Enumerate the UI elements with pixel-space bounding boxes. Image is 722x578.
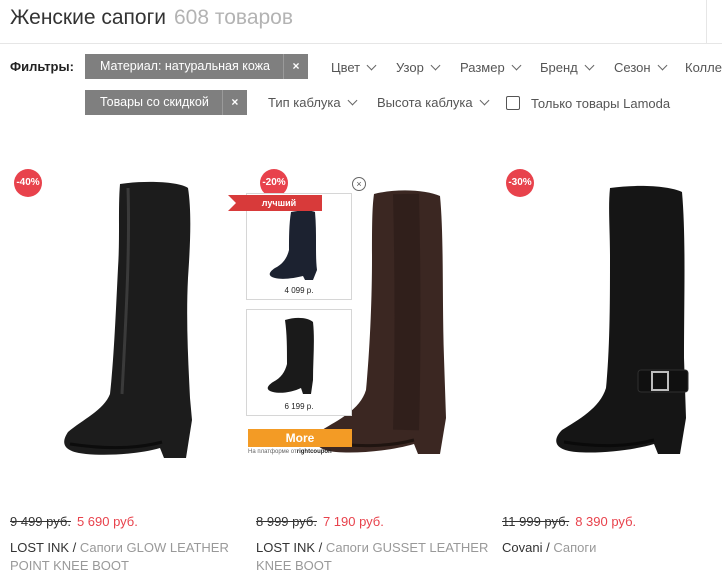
page-heading: Женские сапоги 608 товаров	[10, 6, 293, 30]
dropdown-label: Сезон	[614, 60, 651, 75]
popup-item-price: 4 099 р.	[284, 286, 314, 295]
product-price-1: 9 499 руб. 5 690 руб.	[10, 514, 138, 529]
filter-dropdown-color[interactable]: Цвет	[331, 60, 377, 75]
brand-name: LOST INK	[10, 540, 70, 555]
boot-image[interactable]	[502, 158, 722, 498]
dropdown-label: Узор	[396, 60, 424, 75]
filter-dropdown-size[interactable]: Размер	[460, 60, 522, 75]
product-price-3: 11 999 руб. 8 390 руб.	[502, 514, 636, 529]
product-price-2: 8 999 руб. 7 190 руб.	[256, 514, 384, 529]
product-name-1[interactable]: LOST INK / Сапоги GLOW LEATHER POINT KNE…	[10, 539, 246, 575]
platform-brand[interactable]: rightcoupon	[297, 449, 332, 455]
checkbox-label[interactable]: Только товары Lamoda	[531, 96, 670, 111]
chevron-down-icon	[430, 60, 441, 71]
dropdown-label: Тип каблука	[268, 95, 341, 110]
chevron-down-icon	[584, 60, 595, 71]
discount-badge: -30%	[506, 169, 534, 197]
filters-label: Фильтры:	[10, 59, 74, 74]
lamoda-only-checkbox[interactable]	[506, 96, 520, 110]
boot-thumbnail	[267, 317, 314, 394]
dropdown-label: Бренд	[540, 60, 578, 75]
chevron-down-icon	[366, 60, 377, 71]
filter-chip-material: Материал: натуральная кожа ×	[85, 54, 308, 79]
new-price: 8 390 руб.	[575, 514, 637, 529]
filter-dropdown-heel-height[interactable]: Высота каблука	[377, 95, 490, 110]
old-price: 11 999 руб.	[502, 514, 570, 529]
divider	[0, 43, 722, 44]
dropdown-label: Колле	[685, 60, 722, 75]
old-price: 9 499 руб.	[10, 514, 71, 529]
filter-dropdown-collection[interactable]: Колле	[685, 60, 722, 75]
remove-filter-button[interactable]: ×	[221, 90, 247, 115]
divider-vertical	[706, 0, 707, 43]
dropdown-label: Размер	[460, 60, 505, 75]
product-count: 608 товаров	[173, 6, 294, 29]
filter-dropdown-pattern[interactable]: Узор	[396, 60, 441, 75]
recommendation-popup: 4 099 р. 6 199 р.	[246, 193, 352, 428]
popup-item-2[interactable]: 6 199 р.	[246, 309, 352, 416]
chevron-down-icon	[479, 95, 490, 106]
chevron-down-icon	[511, 60, 522, 71]
remove-filter-button[interactable]: ×	[283, 54, 308, 79]
filter-dropdown-brand[interactable]: Бренд	[540, 60, 595, 75]
platform-text: На платформе от	[248, 449, 297, 455]
platform-credit: На платформе отrightcoupon	[248, 449, 332, 455]
chevron-down-icon	[347, 95, 358, 106]
page-title: Женские сапоги	[10, 6, 166, 29]
chevron-down-icon	[657, 60, 668, 71]
new-price: 5 690 руб.	[76, 514, 138, 529]
best-ribbon: лучший	[228, 195, 322, 211]
dropdown-label: Цвет	[331, 60, 361, 75]
popup-item-price: 6 199 р.	[284, 402, 314, 411]
product-name-3[interactable]: Covani / Сапоги	[502, 539, 712, 557]
discount-badge: -40%	[14, 169, 42, 197]
close-circle-icon[interactable]: ×	[352, 177, 366, 191]
product-card-1[interactable]: -40%	[10, 158, 244, 498]
old-price: 8 999 руб.	[256, 514, 317, 529]
filter-chip-label: Товары со скидкой	[85, 90, 222, 115]
brand-name: LOST INK	[256, 540, 316, 555]
boot-image[interactable]	[10, 158, 244, 498]
new-price: 7 190 руб.	[322, 514, 384, 529]
product-name-2[interactable]: LOST INK / Сапоги GUSSET LEATHER KNEE BO…	[256, 539, 496, 575]
dropdown-label: Высота каблука	[377, 95, 473, 110]
filter-dropdown-season[interactable]: Сезон	[614, 60, 668, 75]
filter-chip-label: Материал: натуральная кожа	[85, 54, 283, 79]
product-card-3[interactable]: -30%	[502, 158, 722, 498]
brand-name: Covani	[502, 540, 543, 555]
product-category: Сапоги	[553, 540, 597, 555]
filter-dropdown-heel-type[interactable]: Тип каблука	[268, 95, 358, 110]
filter-chip-discount: Товары со скидкой ×	[85, 90, 247, 115]
more-button[interactable]: More	[248, 429, 352, 447]
